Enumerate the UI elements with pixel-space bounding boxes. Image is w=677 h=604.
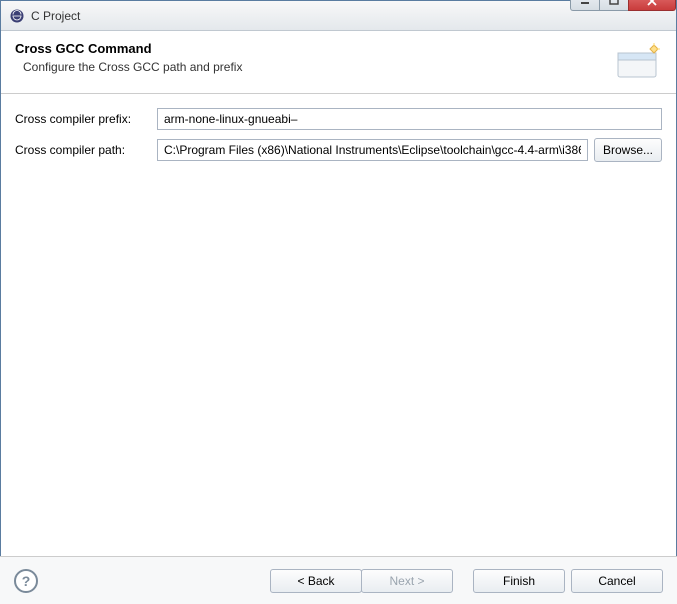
prefix-label: Cross compiler prefix:	[15, 112, 157, 126]
back-button[interactable]: < Back	[270, 569, 362, 593]
window-title: C Project	[31, 9, 571, 23]
wizard-header: Cross GCC Command Configure the Cross GC…	[1, 31, 676, 94]
cross-compiler-prefix-input[interactable]	[157, 108, 662, 130]
wizard-banner-icon	[614, 43, 662, 81]
path-label: Cross compiler path:	[15, 143, 157, 157]
browse-button[interactable]: Browse...	[594, 138, 662, 162]
help-icon: ?	[22, 573, 31, 589]
page-description: Configure the Cross GCC path and prefix	[15, 60, 604, 74]
prefix-row: Cross compiler prefix:	[15, 108, 662, 130]
page-title: Cross GCC Command	[15, 41, 604, 56]
wizard-footer: ? < Back Next > Finish Cancel	[0, 556, 677, 604]
help-button[interactable]: ?	[14, 569, 38, 593]
window-controls	[571, 0, 676, 11]
finish-button[interactable]: Finish	[473, 569, 565, 593]
eclipse-icon	[9, 8, 25, 24]
close-button[interactable]	[628, 0, 676, 11]
minimize-button[interactable]	[570, 0, 600, 11]
cancel-button[interactable]: Cancel	[571, 569, 663, 593]
next-button: Next >	[361, 569, 453, 593]
titlebar[interactable]: C Project	[1, 1, 676, 31]
maximize-button[interactable]	[599, 0, 629, 11]
wizard-content: Cross compiler prefix: Cross compiler pa…	[1, 94, 676, 554]
path-row: Cross compiler path: Browse...	[15, 138, 662, 162]
cross-compiler-path-input[interactable]	[157, 139, 588, 161]
